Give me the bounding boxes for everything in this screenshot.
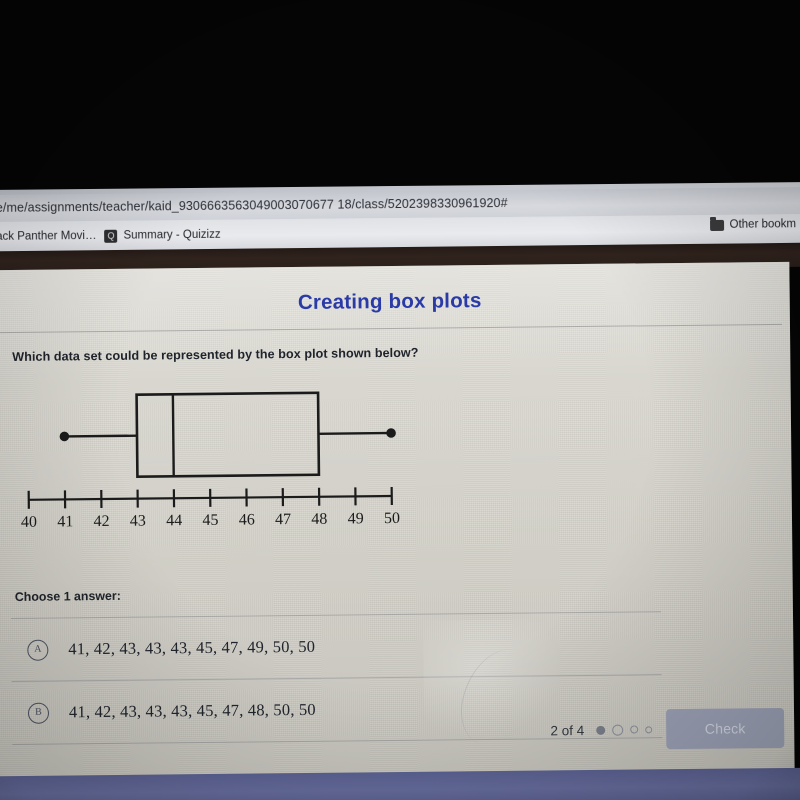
choose-answer-label: Choose 1 answer: [14, 588, 121, 604]
choice-marker-a[interactable]: A [27, 639, 49, 661]
axis-tick-label: 47 [275, 511, 291, 528]
box-plot-figure: 40 41 42 43 44 45 46 47 48 49 50 [10, 374, 432, 548]
progress-dot-4 [645, 725, 653, 733]
axis-tick-label: 45 [202, 512, 218, 529]
whisker-right [318, 431, 392, 435]
axis-tick-label: 44 [166, 512, 182, 529]
answer-choice-a[interactable]: A 41, 42, 43, 43, 43, 45, 47, 49, 50, 50 [11, 612, 662, 681]
axis-tick-label: 49 [348, 510, 364, 527]
address-bar-url: e/me/assignments/teacher/kaid_9306663563… [0, 195, 508, 215]
box-iqr [135, 391, 321, 478]
check-button[interactable]: Check [665, 707, 785, 750]
axis-tick-label: 48 [311, 511, 327, 528]
choice-text-a: 41, 42, 43, 43, 43, 45, 47, 49, 50, 50 [68, 636, 316, 659]
exercise-page: Creating box plots Which data set could … [0, 261, 795, 781]
min-marker [59, 431, 70, 442]
axis-tick-label: 41 [57, 513, 73, 530]
whisker-left [64, 434, 138, 438]
axis-tick-label: 42 [94, 513, 110, 530]
axis-tick-label: 40 [21, 514, 37, 531]
title-divider [0, 323, 782, 334]
quizizz-favicon-icon: Q [104, 229, 118, 243]
box-plot-svg: 40 41 42 43 44 45 46 47 48 49 50 [21, 391, 400, 531]
progress-dot-3 [630, 725, 639, 734]
bookmark-label: Summary - Quizizz [123, 228, 221, 242]
bookmark-item[interactable]: ack Panther Movi… [0, 230, 97, 243]
question-prompt: Which data set could be represented by t… [12, 345, 419, 364]
page-title: Creating box plots [297, 289, 482, 314]
axis-tick-label: 50 [384, 510, 400, 527]
progress-dot-2 [612, 724, 624, 736]
photo-of-screen: e/me/assignments/teacher/kaid_9306663563… [0, 0, 800, 800]
folder-icon [709, 219, 724, 231]
axis-tick-label: 43 [130, 513, 146, 530]
progress-group: 2 of 4 [550, 722, 653, 738]
axis-tick-label: 46 [239, 511, 255, 528]
other-bookmarks-label: Other bookm [729, 218, 797, 231]
progress-dot-1 [596, 725, 606, 735]
other-bookmarks-button[interactable]: Other bookm [709, 218, 797, 231]
progress-dots [596, 724, 653, 736]
max-marker [386, 428, 396, 438]
progress-label: 2 of 4 [550, 722, 585, 738]
bookmark-item[interactable]: Q Summary - Quizizz [104, 228, 221, 243]
exercise-footer: 2 of 4 Check [0, 706, 794, 758]
bookmark-label: ack Panther Movi… [0, 229, 97, 243]
median-line [171, 394, 175, 477]
